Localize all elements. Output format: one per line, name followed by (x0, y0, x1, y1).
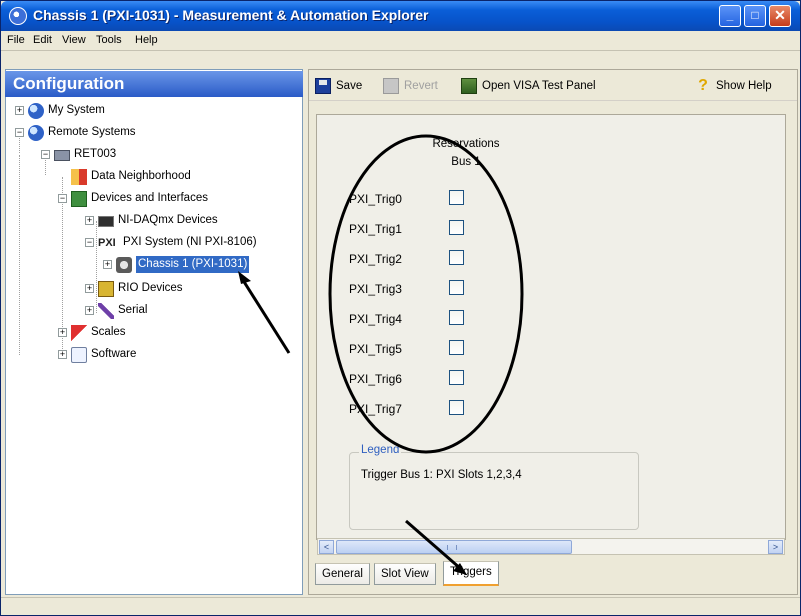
tree-label: Devices and Interfaces (91, 192, 208, 204)
tree-label: Data Neighborhood (91, 170, 191, 182)
tree-label: Chassis 1 (PXI-1031) (136, 256, 250, 273)
pxi-icon: PXI (98, 237, 116, 249)
menu-bar: File Edit View Tools Help (1, 31, 800, 51)
menu-help[interactable]: Help (135, 34, 158, 46)
trigger-label: PXI_Trig0 (349, 192, 402, 206)
menu-edit[interactable]: Edit (33, 34, 52, 46)
trigger-checkbox[interactable] (449, 220, 464, 235)
tree-label: Remote Systems (48, 126, 136, 138)
show-help-label: Show Help (716, 80, 772, 92)
tab-general[interactable]: General (315, 563, 370, 585)
trigger-label: PXI_Trig7 (349, 402, 402, 416)
visa-icon (461, 78, 477, 94)
serial-icon (98, 303, 114, 319)
open-visa-label: Open VISA Test Panel (482, 80, 596, 92)
trigger-label: PXI_Trig1 (349, 222, 402, 236)
menu-view[interactable]: View (62, 34, 86, 46)
window-title: Chassis 1 (PXI-1031) - Measurement & Aut… (33, 7, 429, 23)
reservations-header: Reservations Bus 1 (427, 135, 505, 171)
trigger-checkbox[interactable] (449, 280, 464, 295)
scroll-right-button[interactable]: > (768, 540, 783, 554)
expand-icon[interactable]: + (58, 328, 67, 337)
menu-tools[interactable]: Tools (96, 34, 122, 46)
expand-icon[interactable]: + (103, 260, 112, 269)
devices-icon (71, 191, 87, 207)
trigger-checkbox[interactable] (449, 400, 464, 415)
trigger-label: PXI_Trig6 (349, 372, 402, 386)
save-icon (315, 78, 331, 94)
remote-systems-icon (28, 125, 44, 141)
save-label: Save (336, 80, 363, 92)
tree-label: Scales (91, 326, 126, 338)
help-icon: ? (698, 77, 708, 94)
trigger-label: PXI_Trig5 (349, 342, 402, 356)
collapse-icon[interactable]: − (85, 238, 94, 247)
revert-icon (383, 78, 399, 94)
status-bar (1, 597, 800, 615)
close-button[interactable]: ✕ (769, 5, 791, 27)
tree-label: My System (48, 104, 105, 116)
software-icon (71, 347, 87, 363)
trigger-label: PXI_Trig3 (349, 282, 402, 296)
tree-label: Serial (118, 304, 148, 316)
chassis-icon (116, 257, 132, 273)
collapse-icon[interactable]: − (58, 194, 67, 203)
legend-title: Legend (359, 444, 402, 456)
bus-1-column-header: Bus 1 (451, 156, 481, 168)
trigger-label: PXI_Trig2 (349, 252, 402, 266)
maximize-button[interactable]: □ (744, 5, 766, 27)
my-system-icon (28, 103, 44, 119)
scales-icon (71, 325, 87, 341)
collapse-icon[interactable]: − (15, 128, 24, 137)
minimize-button[interactable]: _ (719, 5, 741, 27)
trigger-checkbox[interactable] (449, 340, 464, 355)
expand-icon[interactable]: + (85, 216, 94, 225)
expand-icon[interactable]: + (58, 350, 67, 359)
tree-label: RET003 (74, 148, 117, 160)
legend-group (349, 452, 639, 530)
trigger-checkbox[interactable] (449, 310, 464, 325)
main-window: Chassis 1 (PXI-1031) - Measurement & Aut… (0, 0, 801, 616)
title-bar[interactable]: Chassis 1 (PXI-1031) - Measurement & Aut… (1, 1, 800, 31)
tree-label: RIO Devices (118, 282, 183, 294)
computer-icon (54, 150, 70, 161)
revert-label: Revert (404, 80, 438, 92)
trigger-checkbox[interactable] (449, 190, 464, 205)
tree-label: NI-DAQmx Devices (118, 214, 218, 226)
toolbar: Save Revert Open VISA Test Panel ? Show … (309, 71, 797, 101)
reservations-title: Reservations (432, 138, 500, 150)
collapse-icon[interactable]: − (41, 150, 50, 159)
data-neighborhood-icon (71, 169, 87, 185)
scroll-left-button[interactable]: < (319, 540, 334, 554)
legend-text: Trigger Bus 1: PXI Slots 1,2,3,4 (361, 469, 522, 481)
tab-triggers[interactable]: Triggers (443, 561, 499, 586)
rio-device-icon (98, 281, 114, 297)
trigger-label: PXI_Trig4 (349, 312, 402, 326)
daq-device-icon (98, 216, 114, 227)
trigger-checkbox[interactable] (449, 370, 464, 385)
tree-label: Software (91, 348, 137, 360)
trigger-checkbox[interactable] (449, 250, 464, 265)
max-app-icon (9, 7, 27, 25)
expand-icon[interactable]: + (15, 106, 24, 115)
tree-label: PXI System (NI PXI-8106) (123, 236, 257, 248)
expand-icon[interactable]: + (85, 306, 94, 315)
menu-file[interactable]: File (7, 34, 25, 46)
scroll-thumb[interactable] (336, 540, 572, 554)
expand-icon[interactable]: + (85, 284, 94, 293)
horizontal-scrollbar[interactable]: < > (317, 538, 785, 555)
tab-slot-view[interactable]: Slot View (374, 563, 436, 585)
config-tree: + My System − Remote Systems − RET003 Da… (5, 99, 303, 594)
configuration-header: Configuration (5, 71, 303, 97)
